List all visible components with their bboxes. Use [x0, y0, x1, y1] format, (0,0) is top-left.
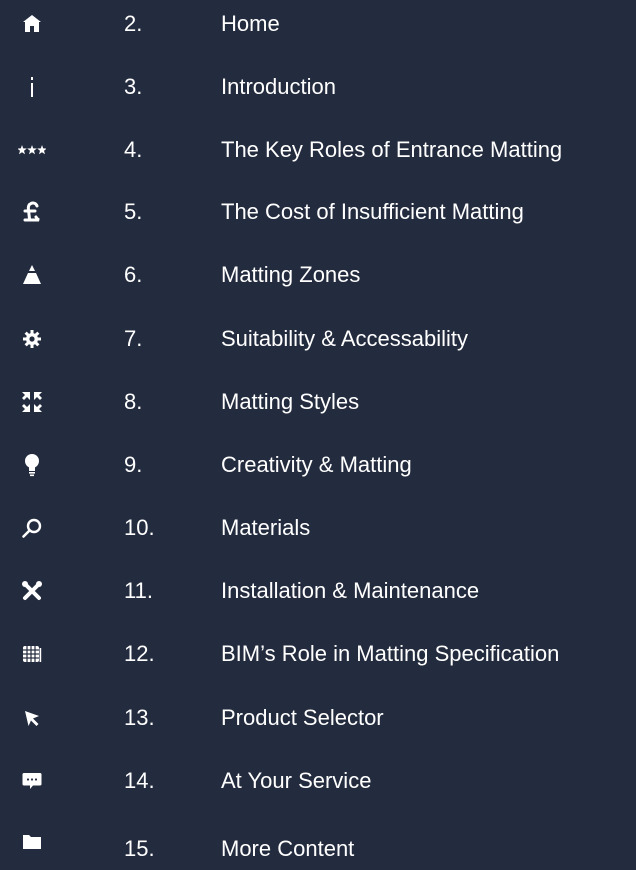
zones-icon: [10, 247, 54, 303]
toc-label: Introduction: [221, 74, 336, 99]
toc-label: The Cost of Insufficient Matting: [221, 199, 524, 224]
toc-number: 3.: [124, 74, 143, 99]
toc-label: Product Selector: [221, 705, 384, 730]
toc-label: The Key Roles of Entrance Matting: [221, 137, 563, 162]
toc-label: At Your Service: [221, 768, 372, 793]
info-icon: [10, 59, 54, 115]
toc-number: 5.: [124, 199, 143, 224]
gear-icon: [10, 311, 54, 367]
search-icon: [10, 500, 54, 556]
toc-item-creativity[interactable]: 9. Creativity & Matting: [0, 437, 636, 493]
toc-number: 13.: [124, 705, 155, 730]
styles-icon: [10, 374, 54, 430]
toc-label: Matting Styles: [221, 389, 360, 414]
tools-icon: [10, 563, 54, 619]
toc-item-key-roles[interactable]: 4. The Key Roles of Entrance Matting: [0, 122, 636, 178]
toc-item-installation[interactable]: 11. Installation & Maintenance: [0, 563, 636, 619]
toc-label: Materials: [221, 515, 311, 540]
toc-number: 11.: [124, 578, 153, 603]
toc-item-more-content[interactable]: 15. More Content: [0, 821, 636, 870]
toc-item-suitability[interactable]: 7. Suitability & Accessability: [0, 311, 636, 367]
toc-item-cost[interactable]: 5. The Cost of Insufficient Matting: [0, 184, 636, 240]
toc-label: More Content: [221, 836, 355, 861]
toc-label: Suitability & Accessability: [221, 326, 468, 351]
chat-icon: [10, 753, 54, 809]
grid-icon: [10, 626, 54, 682]
toc-item-service[interactable]: 14. At Your Service: [0, 753, 636, 809]
lightbulb-icon: [10, 437, 54, 493]
toc-number: 6.: [124, 262, 143, 287]
toc-number: 14.: [124, 768, 155, 793]
toc-number: 9.: [124, 452, 143, 477]
toc-number: 12.: [124, 641, 155, 666]
toc-label: BIM’s Role in Matting Specification: [221, 641, 560, 666]
toc-number: 4.: [124, 137, 143, 162]
toc-item-home[interactable]: 2. Home: [0, 0, 636, 52]
toc-number: 10.: [124, 515, 155, 540]
toc-label: Installation & Maintenance: [221, 578, 480, 603]
toc-label: Creativity & Matting: [221, 452, 412, 477]
home-icon: [10, 0, 54, 52]
toc-item-product-selector[interactable]: 13. Product Selector: [0, 690, 636, 746]
toc-number: 7.: [124, 326, 143, 351]
toc-number: 2.: [124, 11, 143, 36]
cursor-icon: [10, 690, 54, 746]
folder-icon: [10, 813, 54, 869]
stars-icon: [10, 122, 54, 178]
toc-item-matting-styles[interactable]: 8. Matting Styles: [0, 374, 636, 430]
toc-number: 15.: [124, 836, 155, 861]
toc-item-materials[interactable]: 10. Materials: [0, 500, 636, 556]
toc-item-introduction[interactable]: 3. Introduction: [0, 59, 636, 115]
toc-label: Home: [221, 11, 280, 36]
toc-number: 8.: [124, 389, 143, 414]
toc-label: Matting Zones: [221, 262, 361, 287]
pound-icon: [10, 184, 54, 240]
table-of-contents: 2. Home 3. Introduction 4. The Key Roles…: [0, 0, 636, 870]
toc-item-bim[interactable]: 12. BIM’s Role in Matting Specification: [0, 626, 636, 682]
toc-item-matting-zones[interactable]: 6. Matting Zones: [0, 247, 636, 303]
